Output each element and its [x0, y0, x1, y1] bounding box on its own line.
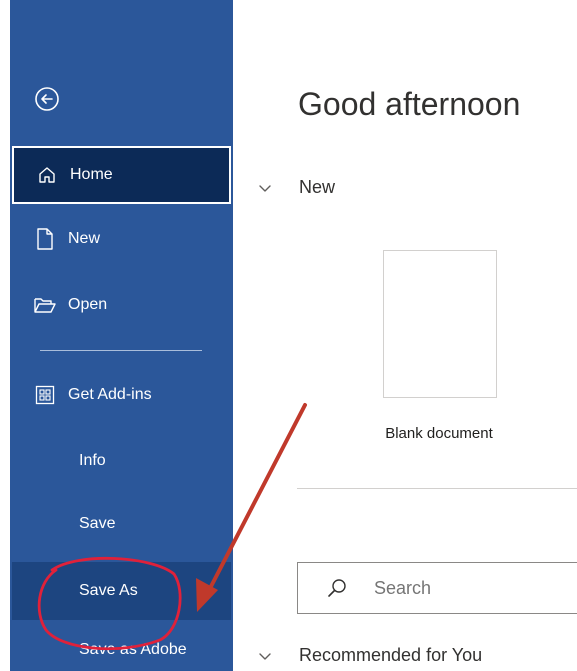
sidebar-item-label: Save [79, 515, 116, 532]
sidebar-item-label: Get Add-ins [68, 386, 152, 403]
recommended-section-toggle[interactable]: Recommended for You [257, 645, 482, 666]
folder-open-icon [34, 294, 56, 316]
sidebar-item-save[interactable]: Save [12, 495, 231, 553]
search-box[interactable] [297, 562, 577, 614]
back-button[interactable] [34, 86, 60, 112]
sidebar-item-get-add-ins[interactable]: Get Add-ins [12, 366, 231, 424]
page-title: Good afternoon [298, 86, 521, 122]
sidebar-item-label: Save as Adobe [79, 640, 187, 658]
home-icon [36, 164, 58, 186]
blank-document-label: Blank document [385, 425, 493, 442]
add-ins-grid-icon [34, 384, 56, 406]
sidebar-item-home[interactable]: Home [12, 146, 231, 204]
sidebar-item-new[interactable]: New [12, 210, 231, 268]
sidebar-divider [40, 350, 202, 351]
chevron-down-icon [259, 652, 271, 660]
blank-document-template[interactable] [383, 250, 497, 398]
sidebar-item-label: Save As [79, 582, 138, 599]
sidebar-item-open[interactable]: Open [12, 276, 231, 334]
new-document-icon [34, 228, 56, 250]
search-icon [328, 579, 346, 597]
sidebar-item-label: Open [68, 296, 108, 313]
backstage-main: Good afternoon New Blank document Recomm… [233, 0, 577, 671]
sidebar-left-edge [0, 0, 10, 671]
search-input[interactable] [374, 577, 554, 599]
sidebar-item-label: Home [70, 166, 113, 183]
sidebar-item-info[interactable]: Info [12, 432, 231, 490]
sidebar-item-label: Info [79, 452, 106, 469]
sidebar-item-save-as-adobe[interactable]: Save as Adobe [12, 628, 231, 671]
new-section-toggle[interactable]: New [257, 177, 335, 198]
section-divider [297, 488, 577, 489]
circle-arrow-left-icon [35, 87, 59, 111]
sidebar-item-label: New [68, 230, 101, 247]
recommended-section-heading: Recommended for You [299, 645, 483, 665]
sidebar-item-save-as[interactable]: Save As [12, 562, 231, 620]
chevron-down-icon [259, 184, 271, 192]
backstage-sidebar: Home New Open Get Add-ins Info Save Save… [0, 0, 233, 671]
new-section-heading: New [299, 177, 336, 197]
